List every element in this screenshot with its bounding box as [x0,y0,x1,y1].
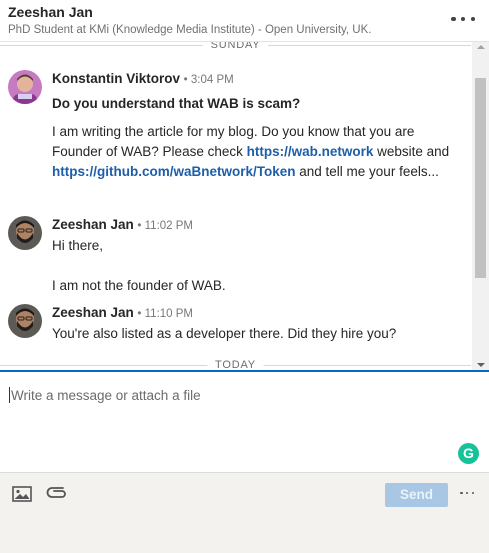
sender-name[interactable]: Zeeshan Jan [52,305,134,320]
message-text: I am writing the article for my blog. Do… [52,122,464,182]
message-subject: Do you understand that WAB is scam? [52,96,301,111]
message-link[interactable]: https://wab.network [247,144,374,159]
message-text-part: and tell me your feels... [295,164,439,179]
message-text: You're also listed as a developer there.… [52,326,397,341]
more-options-icon[interactable] [460,486,474,500]
scroll-up-arrow-icon[interactable] [477,45,485,49]
contact-headline: PhD Student at KMi (Knowledge Media Inst… [8,24,372,36]
scrollbar-thumb[interactable] [475,78,486,278]
scroll-down-arrow-icon[interactable] [477,363,485,367]
message-link[interactable]: https://github.com/waBnetwork/Token [52,164,296,179]
compose-placeholder[interactable]: Write a message or attach a file [11,388,201,403]
paperclip-icon[interactable] [46,487,68,501]
message-list-scrollbar[interactable] [472,42,489,370]
compose-footer: Send [0,472,489,553]
sender-name[interactable]: Konstantin Viktorov [52,71,180,86]
text-caret [9,387,10,403]
message-list[interactable]: SUNDAY Konstantin Viktorov • 3:04 PM Do … [0,42,489,370]
conversation-header: Zeeshan Jan PhD Student at KMi (Knowledg… [0,0,489,42]
message-text-part: website and [373,144,450,159]
message-time: • 3:04 PM [183,74,234,86]
avatar[interactable] [8,216,42,250]
image-icon[interactable] [12,486,32,502]
contact-name[interactable]: Zeeshan Jan [8,4,93,20]
date-divider-label: SUNDAY [202,42,269,51]
avatar[interactable] [8,304,42,338]
grammarly-icon[interactable]: G [458,443,479,464]
more-options-icon[interactable] [451,11,475,27]
send-button[interactable]: Send [385,483,448,507]
date-divider-label: TODAY [207,359,264,370]
message-compose-box[interactable]: Write a message or attach a file [0,370,489,472]
message-time: • 11:02 PM [137,220,194,232]
avatar[interactable] [8,70,42,104]
message-time: • 11:10 PM [137,308,194,320]
message-text: I am not the founder of WAB. [52,278,226,293]
message-text: Hi there, [52,238,104,253]
date-divider-today: TODAY [0,359,471,370]
sender-name[interactable]: Zeeshan Jan [52,217,134,232]
date-divider-sunday: SUNDAY [0,42,471,51]
